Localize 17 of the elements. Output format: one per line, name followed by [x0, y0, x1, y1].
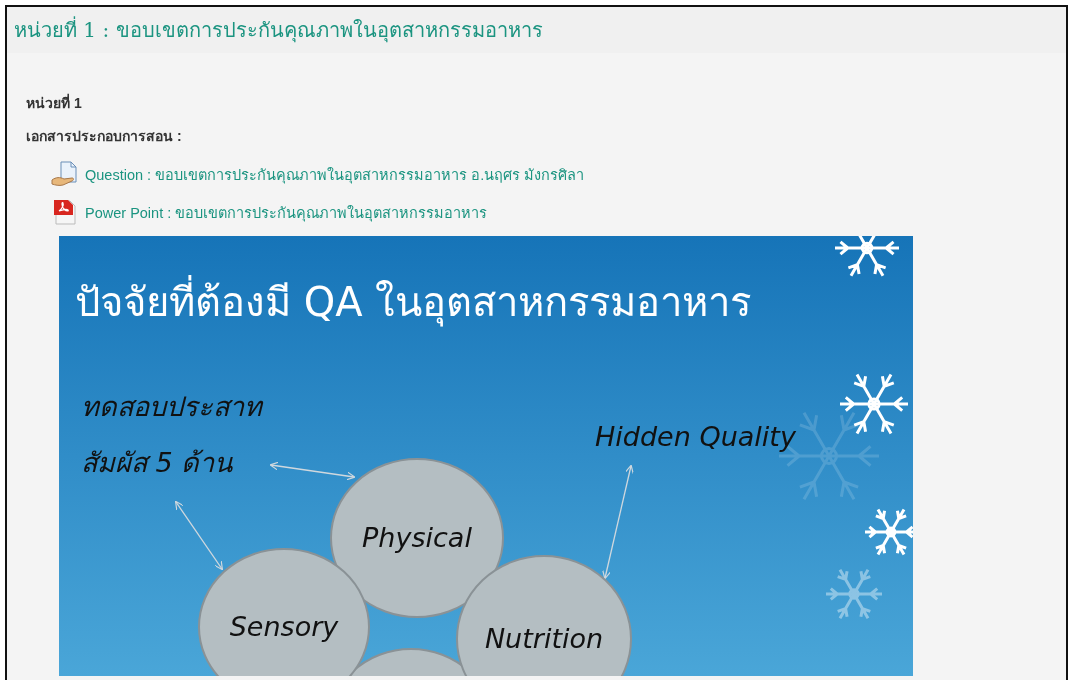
section-heading: หน่วยที่ 1 [26, 93, 83, 113]
slide-note: ทดสอบประสาท [81, 391, 262, 422]
snowflake-icon [833, 236, 901, 278]
document-hand-icon [51, 160, 79, 188]
page-title: หน่วยที่ 1 : ขอบเขตการประกันคุณภาพในอุตสาหกรรมอาหาร [14, 15, 543, 45]
callout-label: Hidden Quality [595, 421, 796, 452]
circle-label: Physical [362, 522, 472, 553]
resource-link[interactable]: Question : ขอบเขตการประกันคุณภาพในอุตสาหกรรมอาหาร อ.นฤศร มังกรศิลา [85, 162, 585, 186]
circle-label: Sensory [229, 611, 339, 642]
circle-label: Nutrition [484, 623, 604, 654]
arrow-line [174, 500, 224, 571]
resource-link[interactable]: Power Point : ขอบเขตการประกันคุณภาพในอุตสาหกรรมอาหาร [85, 200, 488, 224]
snowflake-icon [824, 568, 884, 620]
slide-note: สัมผัส 5 ด้าน [81, 447, 233, 478]
pdf-icon [51, 198, 79, 226]
snowflake-icon [863, 508, 913, 556]
materials-label: เอกสารประกอบการสอน : [26, 127, 183, 146]
